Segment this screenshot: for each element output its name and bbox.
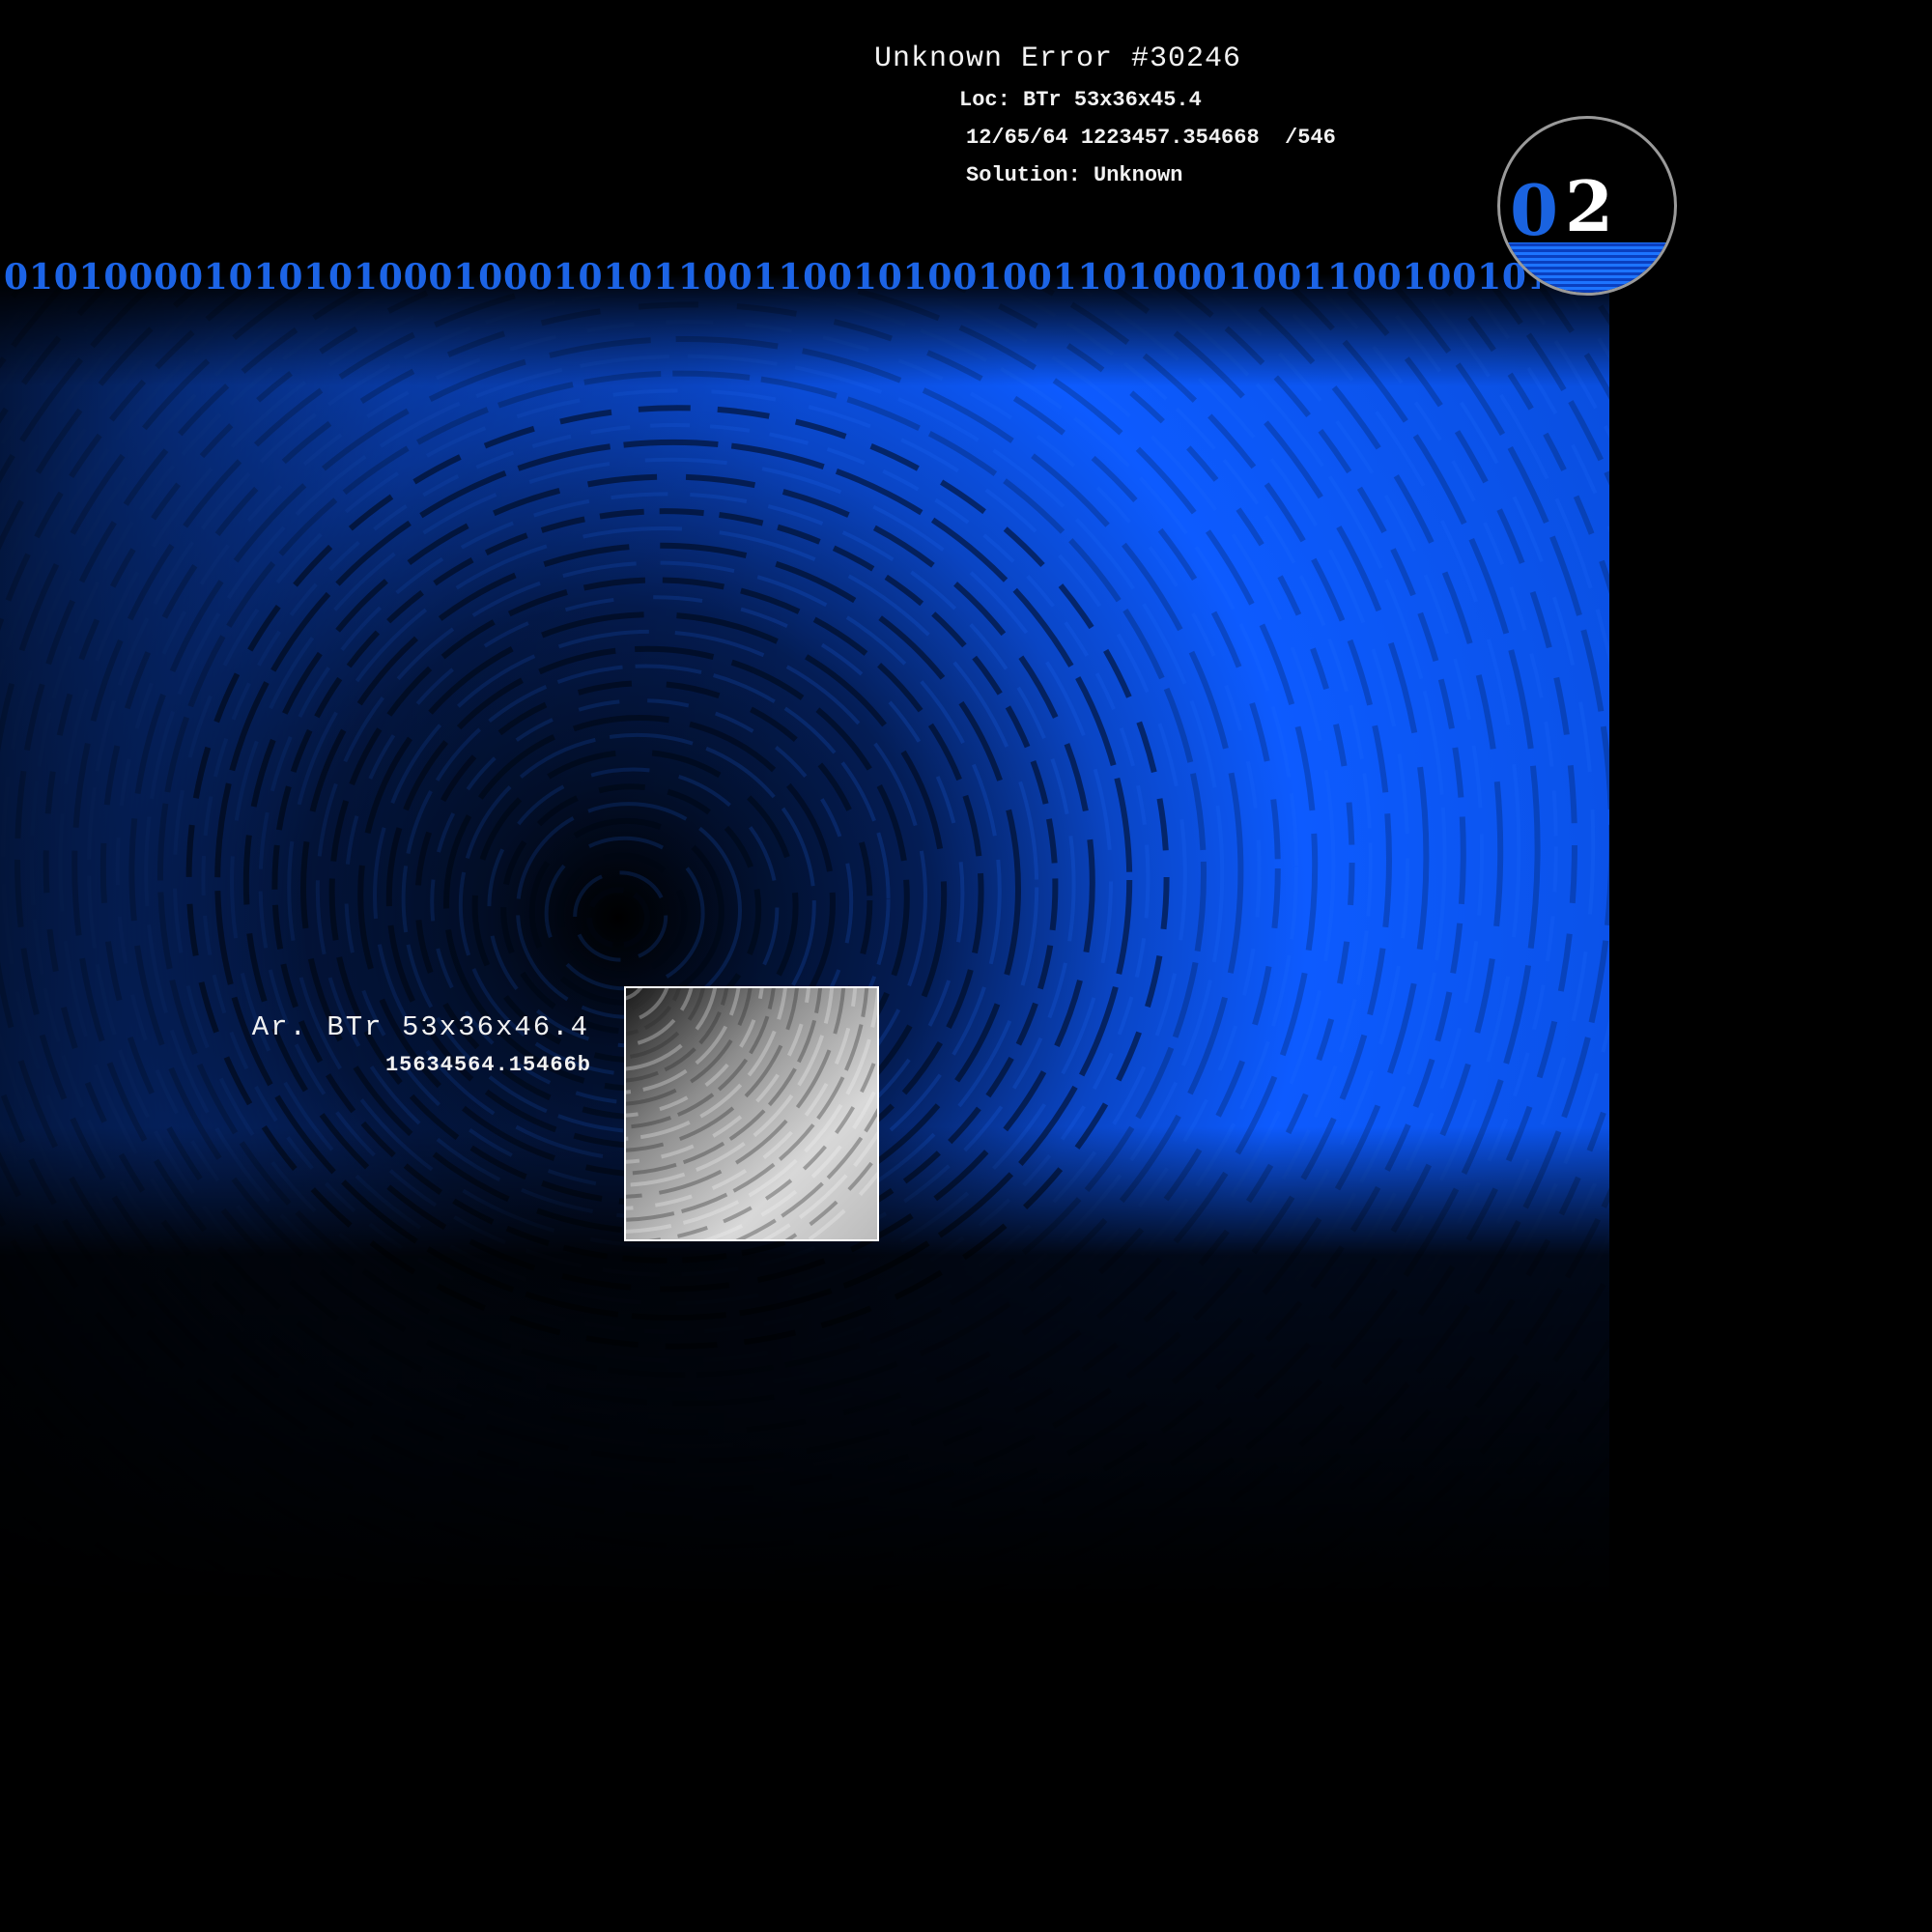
error-timestamp: 12/65/64 1223457.354668 /546	[966, 126, 1336, 150]
sample-value: 15634564.15466b	[384, 1053, 591, 1077]
error-solution: Solution: Unknown	[966, 163, 1183, 187]
counter-badge: 0 2	[1497, 116, 1677, 296]
counter-digit-white: 2	[1565, 165, 1614, 247]
sample-label: Ar. BTr 53x36x46.4	[251, 1011, 589, 1043]
grayscale-swirl-image	[626, 988, 877, 1239]
error-title: Unknown Error #30246	[874, 43, 1242, 75]
artwork-canvas: 0101000010101010001000101011001100101001…	[0, 0, 1932, 1932]
binary-code-strip: 0101000010101010001000101011001100101001…	[4, 257, 1540, 298]
sample-thumbnail	[624, 986, 879, 1241]
error-location: Loc: BTr 53x36x45.4	[959, 88, 1202, 112]
blue-vortex-image	[0, 0, 1609, 1609]
vortex-panel: 0101000010101010001000101011001100101001…	[0, 0, 1609, 1609]
counter-digit-blue: 0	[1510, 169, 1559, 251]
